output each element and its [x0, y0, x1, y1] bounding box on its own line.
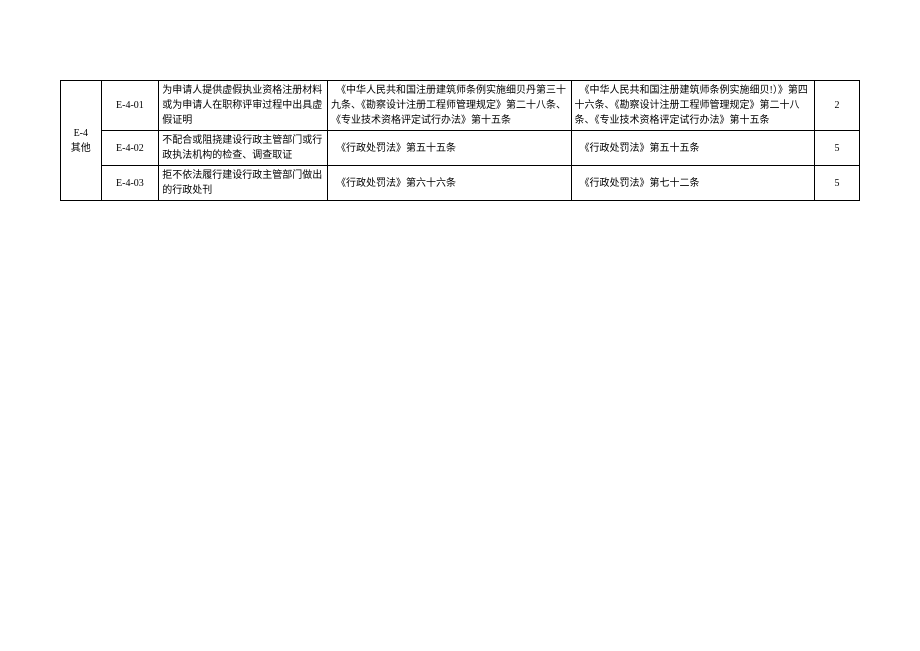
row-ref1: 《行政处罚法》第六十六条	[328, 166, 572, 201]
row-code: E-4-02	[101, 131, 159, 166]
row-desc: 为申请人提供虚假执业资格注册材料或为申请人在职称评审过程中出具虚假证明	[159, 81, 328, 131]
row-desc: 不配合或阻挠建设行政主管部门或行政执法机构的检查、调查取证	[159, 131, 328, 166]
row-ref2: 《行政处罚法》第五十五条	[571, 131, 815, 166]
row-ref2: 《行政处罚法》第七十二条	[571, 166, 815, 201]
table-row: E-4-03 拒不依法履行建设行政主管部门做出的行政处刊 《行政处罚法》第六十六…	[61, 166, 860, 201]
row-code: E-4-01	[101, 81, 159, 131]
regulation-table: E-4 其他 E-4-01 为申请人提供虚假执业资格注册材料或为申请人在职称评审…	[60, 80, 860, 201]
row-ref1: 《中华人民共和国注册建筑师条例实施细贝丹第三十九条、《勘察设计注册工程师管理规定…	[328, 81, 572, 131]
row-num: 2	[815, 81, 860, 131]
table-row: E-4-02 不配合或阻挠建设行政主管部门或行政执法机构的检查、调查取证 《行政…	[61, 131, 860, 166]
row-num: 5	[815, 166, 860, 201]
row-desc: 拒不依法履行建设行政主管部门做出的行政处刊	[159, 166, 328, 201]
row-ref1: 《行政处罚法》第五十五条	[328, 131, 572, 166]
category-cell: E-4 其他	[61, 81, 102, 201]
row-code: E-4-03	[101, 166, 159, 201]
row-ref2: 《中华人民共和国注册建筑师条例实施细贝!）》第四十六条、《勘察设计注册工程师管理…	[571, 81, 815, 131]
category-code: E-4	[64, 126, 98, 141]
row-num: 5	[815, 131, 860, 166]
category-label: 其他	[64, 141, 98, 156]
table-row: E-4 其他 E-4-01 为申请人提供虚假执业资格注册材料或为申请人在职称评审…	[61, 81, 860, 131]
